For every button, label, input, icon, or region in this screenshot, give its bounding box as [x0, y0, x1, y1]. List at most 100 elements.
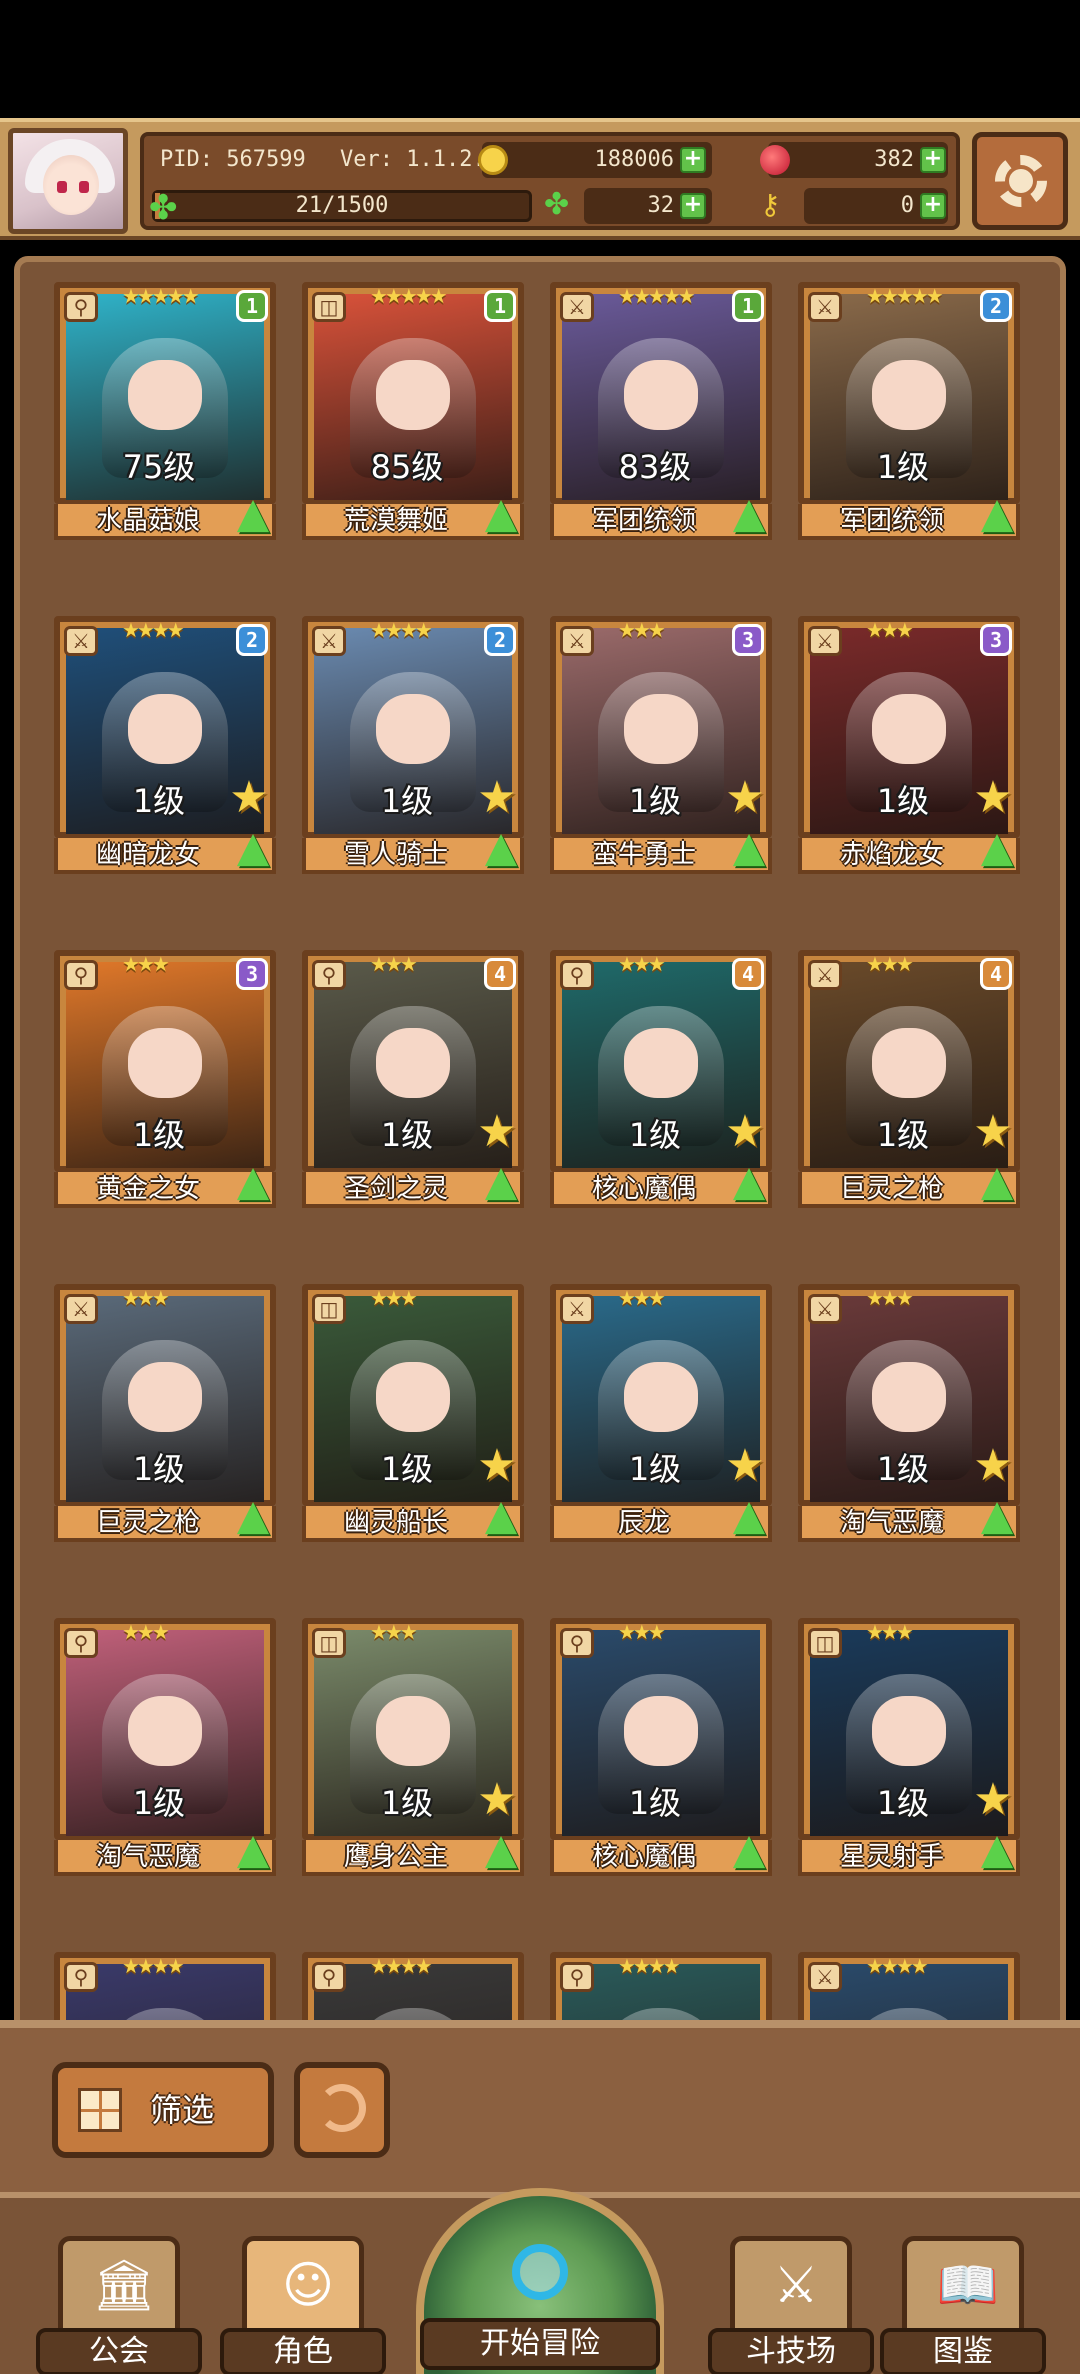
star-rating: ★★★: [370, 1620, 418, 1644]
name-strip: 圣剑之灵 ▲: [302, 1160, 524, 1208]
nav-guild[interactable]: 🏛 公会: [36, 2236, 202, 2374]
nav-character[interactable]: ☺ 角色: [220, 2236, 386, 2374]
nav-arena-icon-box: ⚔: [730, 2236, 852, 2336]
resource-bar: PID: 567599 Ver: 1.1.2.0 188006 + 382 + …: [0, 118, 1080, 240]
character-face: [376, 1362, 450, 1432]
weapon-type-icon: ⚲: [64, 1962, 98, 1992]
character-face: [624, 1696, 698, 1766]
info-row-top: PID: 567599 Ver: 1.1.2.0 188006 + 382 +: [144, 138, 956, 182]
character-card[interactable]: ⚔ ★★★★★ 1 83级 军团统领 ▲: [550, 282, 772, 540]
game-version: Ver: 1.1.2.0: [340, 147, 499, 172]
character-card[interactable]: ⚲ ★★★ 1级 淘气恶魔 ▲: [54, 1618, 276, 1876]
status-bar-area: [0, 0, 1080, 118]
nav-character-label: 角色: [220, 2328, 386, 2374]
character-card[interactable]: ◫ ★★★ 1级 ★ 鹰身公主 ▲: [302, 1618, 524, 1876]
rank-badge: 3: [980, 624, 1012, 656]
character-card[interactable]: ⚔ ★★★ 3 1级 ★ 赤焰龙女 ▲: [798, 616, 1020, 874]
nav-codex-icon-box: 📖: [902, 2236, 1024, 2336]
star-rating: ★★★: [866, 1620, 914, 1644]
filter-label: 筛选: [150, 2091, 215, 2129]
star-rating: ★★★★★: [618, 284, 696, 308]
character-card[interactable]: ⚲ ★★★★★ 1 75级 水晶菇娘 ▲: [54, 282, 276, 540]
filter-button[interactable]: 筛选: [52, 2062, 274, 2158]
player-id: PID: 567599: [160, 147, 306, 172]
star-upgrade-icon: ★: [725, 1440, 765, 1491]
weapon-type-icon: ⚲: [312, 1962, 346, 1992]
name-strip: 幽暗龙女 ▲: [54, 826, 276, 874]
star-rating: ★★★: [618, 1286, 666, 1310]
star-rating: ★★★: [370, 952, 418, 976]
character-card[interactable]: ⚔ ★★★★★ 2 1级 军团统领 ▲: [798, 282, 1020, 540]
nav-start-adventure[interactable]: 开始冒险: [416, 2188, 664, 2374]
weapon-type-icon: ⚲: [64, 960, 98, 990]
coin-icon: [478, 145, 508, 175]
level-up-arrow-icon: ▲: [236, 1824, 270, 1873]
character-card[interactable]: ⚲ ★★★ 1级 核心魔偶 ▲: [550, 1618, 772, 1876]
weapon-type-icon: ⚔: [560, 292, 594, 322]
character-card[interactable]: ⚔ ★★★ 1级 ★ 淘气恶魔 ▲: [798, 1284, 1020, 1542]
level-up-arrow-icon: ▲: [980, 1824, 1014, 1873]
weapon-type-icon: ⚲: [560, 1628, 594, 1658]
nav-arena[interactable]: ⚔ 斗技场: [708, 2236, 874, 2374]
character-name: 鹰身公主: [343, 1842, 448, 1872]
character-card[interactable]: ◫ ★★★★★ 1 85级 荒漠舞姬 ▲: [302, 282, 524, 540]
gold-amount: 188006: [594, 147, 674, 172]
rank-badge: 1: [732, 290, 764, 322]
book-icon: 📖: [936, 2256, 1000, 2314]
character-card[interactable]: ◫ ★★★ 1级 ★ 幽灵船长 ▲: [302, 1284, 524, 1542]
character-head-icon: ☺: [281, 2256, 335, 2314]
settings-button[interactable]: [972, 132, 1068, 230]
level-up-arrow-icon: ▲: [732, 1824, 766, 1873]
rank-badge: 4: [484, 958, 516, 990]
character-name: 蛮牛勇士: [591, 840, 696, 870]
character-level: 1级: [132, 1116, 186, 1154]
level-up-arrow-icon: ▲: [732, 822, 766, 871]
refresh-button[interactable]: [294, 2062, 390, 2158]
avatar-eye: [79, 181, 89, 193]
star-upgrade-icon: ★: [477, 1106, 517, 1157]
level-up-arrow-icon: ▲: [484, 1490, 518, 1539]
character-level: 1级: [876, 448, 930, 486]
name-strip: 赤焰龙女 ▲: [798, 826, 1020, 874]
name-strip: 巨灵之枪 ▲: [798, 1160, 1020, 1208]
character-name: 赤焰龙女: [839, 840, 944, 870]
character-card[interactable]: ⚔ ★★★ 1级 巨灵之枪 ▲: [54, 1284, 276, 1542]
character-card[interactable]: ⚔ ★★★★ 2 1级 ★ 雪人骑士 ▲: [302, 616, 524, 874]
add-gold-plus-icon[interactable]: +: [680, 147, 706, 173]
character-card[interactable]: ⚲ ★★★ 3 1级 黄金之女 ▲: [54, 950, 276, 1208]
character-card[interactable]: ⚔ ★★★ 3 1级 ★ 蛮牛勇士 ▲: [550, 616, 772, 874]
weapon-type-icon: ◫: [312, 292, 346, 322]
character-card[interactable]: ⚲ ★★★ 4 1级 ★ 圣剑之灵 ▲: [302, 950, 524, 1208]
player-avatar[interactable]: [8, 128, 128, 234]
character-list-panel[interactable]: ⚲ ★★★★★ 1 75级 水晶菇娘 ▲ ◫ ★★★★★ 1 85级 荒漠舞姬 ▲ ⚔ ★★★★★ 1 83级…: [14, 256, 1066, 2046]
star-rating: ★★★: [866, 618, 914, 642]
character-name: 核心魔偶: [591, 1842, 696, 1872]
level-up-arrow-icon: ▲: [732, 1156, 766, 1205]
character-name: 军团统领: [591, 506, 696, 536]
star-rating: ★★★: [122, 952, 170, 976]
weapon-type-icon: ⚔: [560, 1294, 594, 1324]
name-strip: 巨灵之枪 ▲: [54, 1494, 276, 1542]
character-level: 1级: [628, 1784, 682, 1822]
character-card[interactable]: ⚲ ★★★ 4 1级 ★ 核心魔偶 ▲: [550, 950, 772, 1208]
character-face: [128, 1028, 202, 1098]
star-upgrade-icon: ★: [973, 1774, 1013, 1825]
character-card[interactable]: ⚔ ★★★★ 2 1级 ★ 幽暗龙女 ▲: [54, 616, 276, 874]
nav-adventure-label: 开始冒险: [420, 2318, 660, 2370]
character-face: [128, 1362, 202, 1432]
character-face: [376, 1696, 450, 1766]
character-face: [128, 1696, 202, 1766]
weapon-type-icon: ⚲: [64, 292, 98, 322]
character-card[interactable]: ◫ ★★★ 1级 ★ 星灵射手 ▲: [798, 1618, 1020, 1876]
nav-codex[interactable]: 📖 图鉴: [880, 2236, 1046, 2374]
name-strip: 蛮牛勇士 ▲: [550, 826, 772, 874]
add-gems-plus-icon[interactable]: +: [920, 147, 946, 173]
star-rating: ★★★★★: [866, 284, 944, 308]
character-card[interactable]: ⚔ ★★★ 1级 ★ 辰龙 ▲: [550, 1284, 772, 1542]
add-clover-plus-icon[interactable]: +: [680, 193, 706, 219]
add-key-plus-icon[interactable]: +: [920, 193, 946, 219]
character-card[interactable]: ⚔ ★★★ 4 1级 ★ 巨灵之枪 ▲: [798, 950, 1020, 1208]
level-up-arrow-icon: ▲: [484, 1824, 518, 1873]
nav-guild-icon-box: 🏛: [58, 2236, 180, 2336]
star-rating: ★★★: [866, 1286, 914, 1310]
